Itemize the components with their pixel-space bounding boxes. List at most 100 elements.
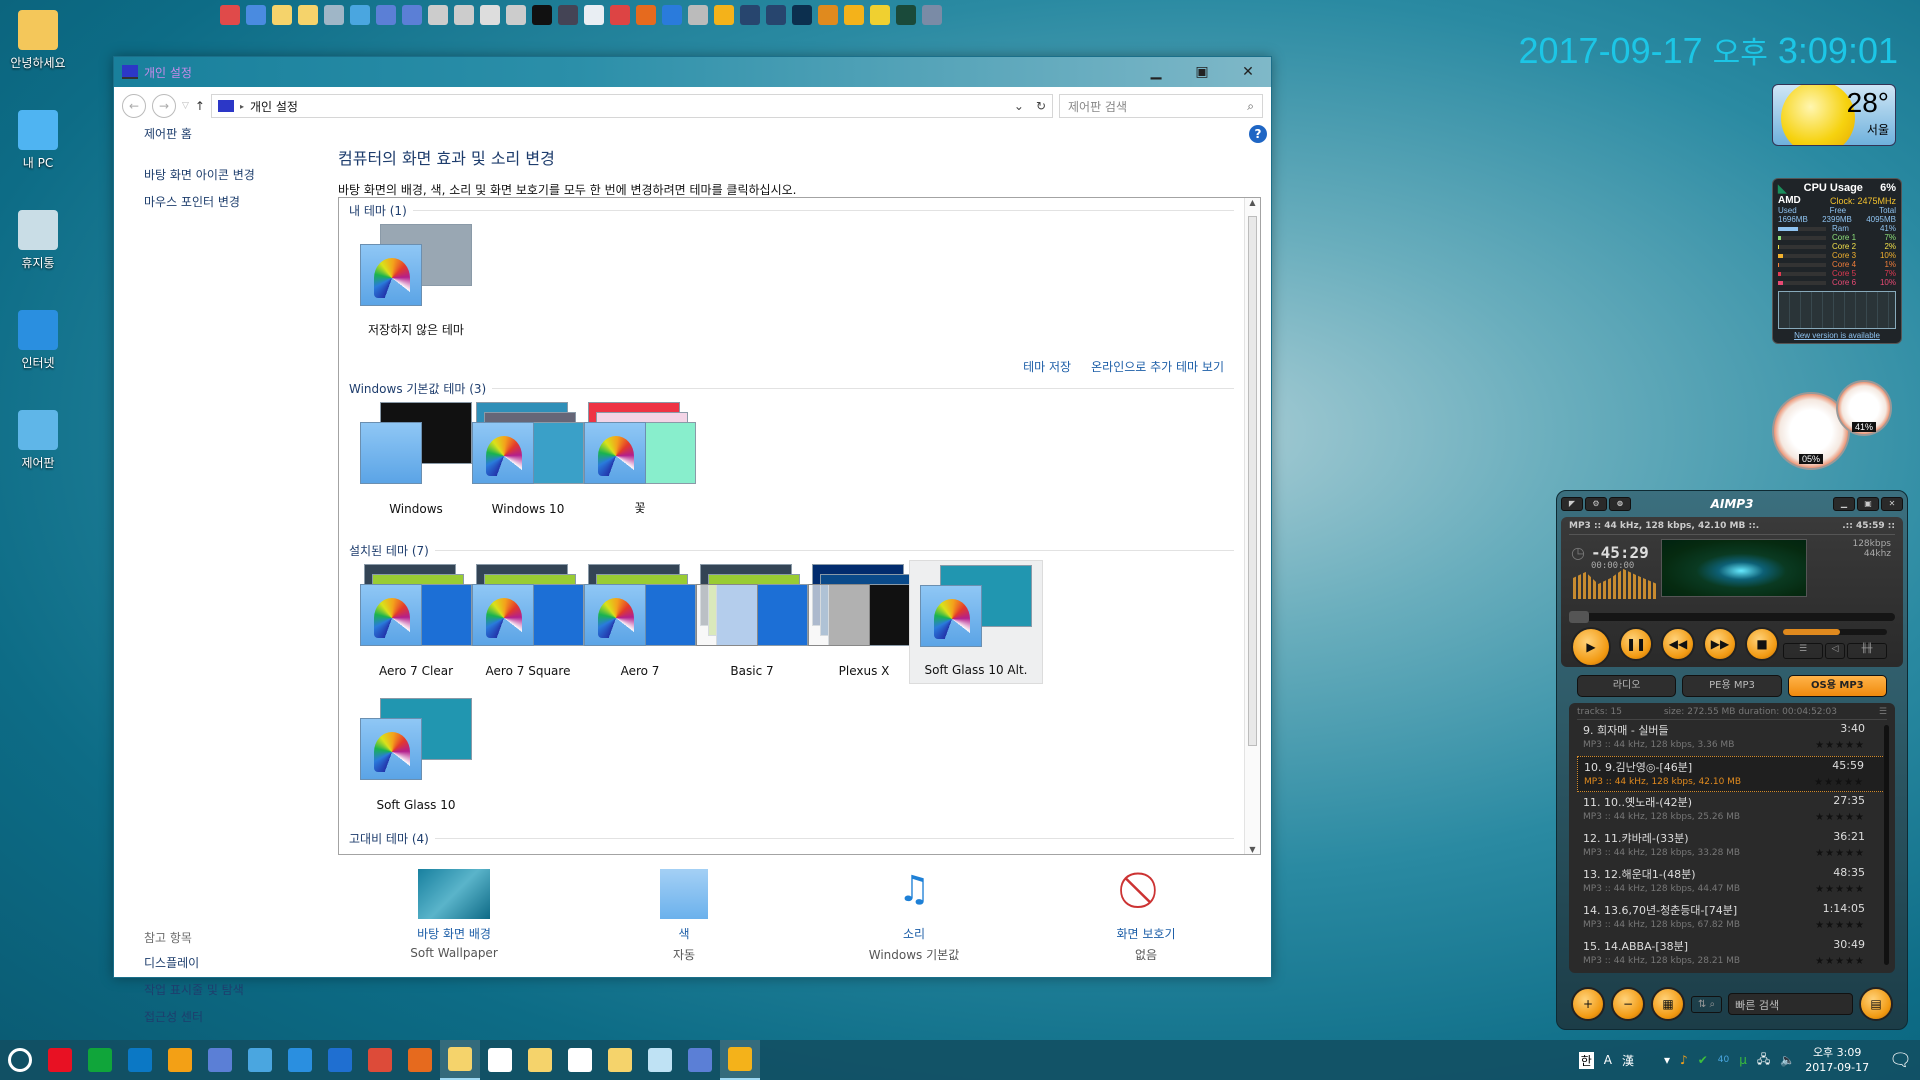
title-bar[interactable]: 개인 설정 ▁ ▣ ✕ bbox=[114, 57, 1271, 87]
get-more-themes-link[interactable]: 온라인으로 추가 테마 보기 bbox=[1091, 358, 1224, 375]
desktop-icons-link[interactable]: 바탕 화면 아이콘 변경 bbox=[144, 166, 324, 183]
signal-icon[interactable]: 40 bbox=[1718, 1055, 1729, 1065]
aimp-tray-icon[interactable]: ♪ bbox=[1680, 1053, 1688, 1067]
search-icon[interactable]: ⌕ bbox=[1247, 99, 1254, 114]
quick-search-input[interactable]: 빠른 검색 bbox=[1728, 993, 1853, 1015]
quick-launch-icon[interactable] bbox=[428, 5, 448, 25]
mute-icon[interactable]: ◁ bbox=[1825, 643, 1845, 659]
tray-overflow-icon[interactable]: ▾ bbox=[1664, 1053, 1670, 1067]
taskbar-button[interactable] bbox=[120, 1040, 160, 1080]
aimp-mode-button[interactable]: ⊜ bbox=[1609, 497, 1631, 511]
remove-files-button[interactable]: − bbox=[1611, 987, 1645, 1021]
setting-wallpaper[interactable]: 바탕 화면 배경 Soft Wallpaper bbox=[384, 869, 524, 960]
update-tray-icon[interactable]: ✔ bbox=[1698, 1053, 1708, 1067]
taskbar-button[interactable] bbox=[400, 1040, 440, 1080]
taskbar-button[interactable] bbox=[520, 1040, 560, 1080]
scroll-up-icon[interactable]: ▲ bbox=[1245, 198, 1260, 207]
play-button[interactable]: ▶ bbox=[1571, 627, 1611, 667]
taskbar-button[interactable] bbox=[680, 1040, 720, 1080]
rating-stars[interactable]: ★★★★★ bbox=[1815, 884, 1865, 895]
quick-launch-icon[interactable] bbox=[220, 5, 240, 25]
previous-button[interactable]: ◀◀ bbox=[1661, 627, 1695, 661]
sort-button[interactable]: ▦ bbox=[1651, 987, 1685, 1021]
setting-sound[interactable]: ♫ 소리 Windows 기본값 bbox=[844, 869, 984, 963]
rating-stars[interactable]: ★★★★★ bbox=[1815, 956, 1865, 967]
playlist-track[interactable]: 9. 희자매 - 실버들 3:40 MP3 :: 44 kHz, 128 kbps,… bbox=[1577, 720, 1887, 756]
help-icon[interactable]: ? bbox=[1249, 125, 1267, 143]
playlist-menu-icon[interactable]: ☰ bbox=[1879, 707, 1887, 717]
aimp-maximize-button[interactable]: ▣ bbox=[1857, 497, 1879, 511]
quick-launch-icon[interactable] bbox=[714, 5, 734, 25]
taskbar-link[interactable]: 작업 표시줄 및 탐색 bbox=[144, 981, 244, 998]
quick-launch-icon[interactable] bbox=[844, 5, 864, 25]
network-icon[interactable]: 🖧 bbox=[1757, 1050, 1770, 1071]
playlist-file-button[interactable]: ▤ bbox=[1859, 987, 1893, 1021]
aimp-close-button[interactable]: ✕ bbox=[1881, 497, 1903, 511]
taskbar-button[interactable] bbox=[600, 1040, 640, 1080]
taskbar-button[interactable] bbox=[160, 1040, 200, 1080]
rating-stars[interactable]: ★★★★★ bbox=[1815, 740, 1865, 751]
quick-launch-icon[interactable] bbox=[584, 5, 604, 25]
playlist-track[interactable]: 12. 11.캬바레-(33분) 36:21 MP3 :: 44 kHz, 128 … bbox=[1577, 828, 1887, 864]
search-input[interactable]: 제어판 검색 ⌕ bbox=[1059, 94, 1263, 118]
quick-launch-icon[interactable] bbox=[896, 5, 916, 25]
quick-launch-icon[interactable] bbox=[298, 5, 318, 25]
taskbar-button[interactable] bbox=[240, 1040, 280, 1080]
playlist-tab[interactable]: OS용 MP3 bbox=[1787, 675, 1887, 697]
ime-hanja-indicator[interactable]: 漢 bbox=[1622, 1052, 1634, 1069]
quick-launch-icon[interactable] bbox=[792, 5, 812, 25]
next-button[interactable]: ▶▶ bbox=[1703, 627, 1737, 661]
setting-color[interactable]: 색 자동 bbox=[614, 869, 754, 963]
rating-stars[interactable]: ★★★★★ bbox=[1815, 848, 1865, 859]
volume-slider[interactable] bbox=[1783, 629, 1887, 635]
playlist-scrollbar[interactable] bbox=[1884, 725, 1889, 965]
rating-stars[interactable]: ★★★★★ bbox=[1815, 812, 1865, 823]
volume-icon[interactable]: 🔈 bbox=[1780, 1053, 1795, 1067]
quick-launch-icon[interactable] bbox=[688, 5, 708, 25]
aimp-title-bar[interactable]: ◤ ⚙ ⊜ AIMP3 ▁ ▣ ✕ bbox=[1561, 495, 1903, 513]
desktop-icon[interactable]: 내 PC bbox=[8, 110, 68, 171]
accessibility-link[interactable]: 접근성 센터 bbox=[144, 1008, 244, 1025]
theme-tile[interactable]: Soft Glass 10 Alt. bbox=[909, 560, 1043, 684]
utorrent-icon[interactable]: µ bbox=[1739, 1053, 1747, 1067]
taskbar-button[interactable] bbox=[280, 1040, 320, 1080]
taskbar-button[interactable] bbox=[40, 1040, 80, 1080]
aimp-settings-button[interactable]: ⚙ bbox=[1585, 497, 1607, 511]
maximize-button[interactable]: ▣ bbox=[1179, 57, 1225, 87]
save-theme-link[interactable]: 테마 저장 bbox=[1023, 358, 1071, 375]
quick-launch-icon[interactable] bbox=[636, 5, 656, 25]
seek-bar[interactable] bbox=[1569, 611, 1895, 623]
add-files-button[interactable]: + bbox=[1571, 987, 1605, 1021]
update-link[interactable]: New version is available bbox=[1778, 331, 1896, 340]
playlist-track[interactable]: 15. 14.ABBA-[38분] 30:49 MP3 :: 44 kHz, 128… bbox=[1577, 936, 1887, 972]
display-link[interactable]: 디스플레이 bbox=[144, 954, 244, 971]
quick-launch-icon[interactable] bbox=[246, 5, 266, 25]
desktop-icon[interactable]: 제어판 bbox=[8, 410, 68, 471]
quick-launch-icon[interactable] bbox=[740, 5, 760, 25]
desktop-icon[interactable]: 휴지통 bbox=[8, 210, 68, 271]
quick-launch-icon[interactable] bbox=[818, 5, 838, 25]
minimize-button[interactable]: ▁ bbox=[1133, 57, 1179, 87]
playlist-track[interactable]: 10. 9.김난영◎-[46분] 45:59 MP3 :: 44 kHz, 128 … bbox=[1577, 756, 1887, 792]
up-arrow-icon[interactable]: ↑ bbox=[195, 99, 205, 113]
aimp-menu-button[interactable]: ◤ bbox=[1561, 497, 1583, 511]
seek-thumb[interactable] bbox=[1569, 611, 1589, 623]
ime-hangul-indicator[interactable]: 한 bbox=[1578, 1051, 1594, 1069]
recent-dropdown-icon[interactable]: ▽ bbox=[182, 101, 189, 111]
quick-launch-icon[interactable] bbox=[610, 5, 630, 25]
desktop-icon[interactable]: 안녕하세요 bbox=[8, 10, 68, 71]
scrollbar-thumb[interactable] bbox=[1248, 216, 1257, 746]
back-button[interactable]: ← bbox=[122, 94, 146, 118]
pause-button[interactable]: ❚❚ bbox=[1619, 627, 1653, 661]
mouse-pointer-link[interactable]: 마우스 포인터 변경 bbox=[144, 193, 324, 210]
visualization[interactable] bbox=[1661, 539, 1807, 597]
aimp-minimize-button[interactable]: ▁ bbox=[1833, 497, 1855, 511]
scroll-down-icon[interactable]: ▼ bbox=[1245, 845, 1260, 854]
playlist-tab[interactable]: 라디오 bbox=[1577, 675, 1677, 697]
chevron-down-icon[interactable]: ⌄ bbox=[1014, 99, 1024, 113]
control-panel-home-link[interactable]: 제어판 홈 bbox=[144, 125, 324, 142]
quick-launch-icon[interactable] bbox=[922, 5, 942, 25]
setting-screensaver[interactable]: ⃠ 화면 보호기없음 bbox=[1076, 869, 1216, 963]
setting-label[interactable]: 색 bbox=[614, 925, 754, 942]
close-button[interactable]: ✕ bbox=[1225, 57, 1271, 87]
